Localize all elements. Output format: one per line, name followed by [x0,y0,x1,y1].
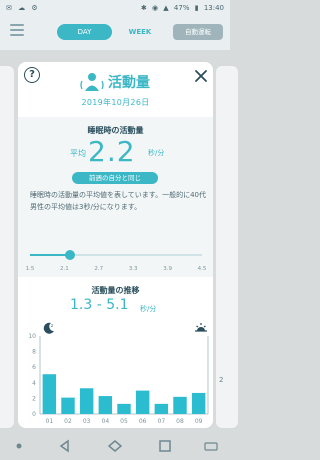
hamburger-menu-icon[interactable] [10,24,24,38]
x-tick-label: 02 [64,418,72,425]
battery-level: 47% [173,4,190,12]
x-tick-label: 08 [176,418,184,425]
modal-date: 2019年10月26日 [81,98,150,107]
chart-bar [98,396,113,414]
assistant-icon[interactable] [12,438,26,452]
y-tick-label: 2 [32,395,36,402]
x-tick-label: 09 [195,418,203,425]
y-tick-label: 6 [32,364,36,371]
home-icon[interactable] [107,438,123,452]
close-icon[interactable] [194,68,208,82]
tab-week[interactable]: WEEK [118,24,162,40]
system-nav-bar [0,428,230,460]
x-tick-label: 07 [158,418,166,425]
wifi-icon: ◉ [151,4,159,12]
x-tick-label: 01 [46,418,54,425]
activity-scale-slider: 1.5 2.1 2.7 3.3 3.9 4.5 [26,250,206,274]
activity-trend-section: 活動量の推移 1.3 - 5.1 秒/分 z 0 2 4 6 8 10 01 02 03 04 05… [18,277,213,428]
x-tick-label: 05 [120,418,128,425]
person-activity-icon [80,72,104,92]
modal-header: ? 活動量 2019年10月26日 [18,62,213,117]
y-tick-label: 8 [32,349,36,356]
activity-modal: ? 活動量 2019年10月26日 睡眠時の活動量 平均 2.2 秒/分 前週の… [18,62,213,428]
status-icons-right: ✱ ◉ ▲ 47% ▮ 13:40 [138,4,224,12]
slider-tick: 2.1 [60,266,69,272]
signal-icon: ▲ [163,4,169,12]
sleep-activity-description: 睡眠時の活動量の平均値を表しています。一般的に40代男性の平均値は3秒/分になり… [30,191,206,211]
sleep-activity-section: 睡眠時の活動量 平均 2.2 秒/分 前週の自分と同じ 睡眠時の活動量の平均値を… [18,117,213,277]
slider-tick: 1.5 [25,266,35,272]
chart-bar [173,396,187,414]
chart-bar [117,403,131,414]
activity-range-value: 1.3 - 5.1 [70,297,129,313]
slider-fill [30,254,71,256]
chart-bar [79,388,94,414]
y-tick-label: 0 [32,411,36,418]
average-value: 2.2 [88,135,136,168]
y-tick-label: 10 [28,333,36,340]
background-badge: 2 [219,376,224,384]
cloud-icon: ☁ [18,4,26,12]
slider-tick: 4.5 [197,266,207,272]
tab-day[interactable]: DAY [57,24,112,40]
back-icon[interactable] [58,438,72,453]
keyboard-icon[interactable] [204,438,218,452]
chart-bar [42,374,57,414]
slider-tick: 2.7 [94,266,104,272]
status-bar: ✉ ☁ ⚙ ✱ ◉ ▲ 47% ▮ 13:40 [0,0,230,16]
activity-range-unit: 秒/分 [140,305,157,313]
modal-title: 活動量 [108,75,150,91]
background-card-right: 2 [216,66,238,428]
activity-trend-chart: 024681001 02 03 04 05 06 07 08 09 [28,333,209,425]
app-header: DAY WEEK 自動運転 [0,16,230,50]
status-time: 13:40 [203,4,224,12]
x-tick-label: 06 [139,418,147,425]
slider-tick: 3.9 [163,266,172,272]
background-card-left [0,66,14,428]
activity-trend-title: 活動量の推移 [91,286,140,295]
x-tick-label: 03 [83,418,91,425]
help-icon[interactable]: ? [24,67,40,83]
auto-operation-button[interactable]: 自動運転 [173,24,223,40]
chart-bar [135,390,150,414]
chart-bar [61,397,75,414]
chart-bar [191,392,206,414]
bluetooth-icon: ✱ [140,4,147,12]
x-tick-label: 04 [102,418,110,425]
slider-tick: 3.3 [128,266,138,272]
battery-icon: ▮ [194,4,199,12]
status-icons-left: ✉ ☁ ⚙ [6,4,42,12]
comparison-badge: 前週の自分と同じ [72,172,158,184]
recent-apps-icon[interactable] [158,438,172,452]
notification-icon: ✉ [6,4,12,12]
slider-knob [65,250,76,260]
average-label: 平均 [70,149,86,158]
svg-text:z: z [51,323,53,328]
average-unit: 秒/分 [148,149,165,157]
settings-icon: ⚙ [31,4,38,12]
y-tick-label: 4 [32,380,36,387]
chart-bar [154,403,169,414]
